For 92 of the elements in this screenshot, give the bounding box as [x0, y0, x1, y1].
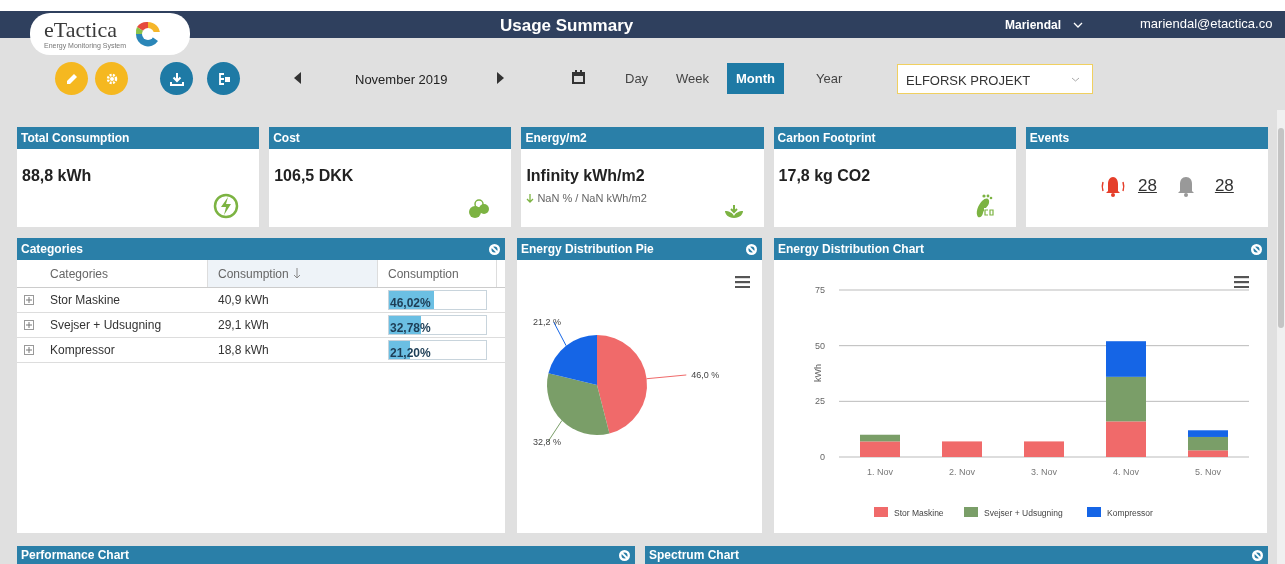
range-tab[interactable]: Month [727, 63, 784, 94]
hide-panel-button[interactable] [1250, 242, 1263, 256]
card-value: 106,5 DKK [274, 166, 355, 186]
plus-box-icon [23, 320, 34, 330]
alarm-count-link[interactable]: 28 [1137, 173, 1157, 199]
next-button[interactable] [497, 72, 504, 84]
legend-swatch [874, 507, 888, 517]
legend-label[interactable]: Stor Maskine [894, 508, 944, 518]
block-icon [488, 242, 501, 256]
x-tick-label: 5. Nov [1195, 467, 1221, 477]
y-tick-label: 75 [815, 285, 825, 295]
panel-title: Spectrum Chart [649, 547, 740, 564]
hide-panel-button[interactable] [1251, 548, 1264, 562]
card-value: 88,8 kWh [22, 166, 93, 186]
bar-segment [942, 441, 982, 457]
block-icon [745, 242, 758, 256]
plus-box-icon [23, 345, 34, 355]
x-tick-label: 3. Nov [1031, 467, 1057, 477]
legend-label[interactable]: Kompressor [1107, 508, 1153, 518]
slice-label: 46,0 % [691, 369, 720, 380]
hide-panel-button[interactable] [618, 548, 631, 562]
column-header[interactable]: Consumption [208, 260, 378, 287]
table-cell-text: Stor Maskine [49, 292, 122, 309]
sort-down-icon [292, 268, 301, 279]
y-tick-label: 50 [815, 340, 825, 351]
hide-panel-button[interactable] [745, 242, 758, 256]
download-button[interactable] [160, 62, 193, 95]
project-dropdown[interactable]: ELFORSK PROJEKT [897, 64, 1093, 94]
arrow-down-icon [526, 193, 535, 203]
calendar-button[interactable] [572, 70, 585, 84]
card-subvalue: NaN % / NaN kWh/m2 [537, 191, 647, 206]
slice-label: 21,2 % [532, 317, 561, 328]
chevron-down-icon [1073, 22, 1083, 28]
period-label: November 2019 [355, 71, 448, 89]
y-tick-label: 25 [815, 396, 825, 407]
card-title: Total Consumption [21, 130, 130, 147]
coins-icon [467, 199, 492, 219]
calendar-icon [572, 70, 585, 84]
panel-title: Categories [21, 241, 84, 258]
lightning-icon [213, 193, 240, 219]
legend-swatch [964, 507, 978, 517]
y-axis-label: kWh [813, 364, 823, 382]
previous-button[interactable] [294, 72, 301, 84]
panel-title: Energy Distribution Chart [778, 241, 924, 258]
table-cell-text: Kompressor [49, 342, 116, 359]
x-tick-label: 4. Nov [1113, 467, 1139, 477]
card-title: Carbon Footprint [777, 130, 876, 147]
menu-icon[interactable] [1234, 276, 1249, 288]
hide-panel-button[interactable] [488, 242, 501, 256]
bar-segment [1106, 376, 1146, 422]
bar-segment [1106, 341, 1146, 377]
range-tab[interactable]: Week [667, 63, 718, 94]
bar-segment [1106, 421, 1146, 457]
page-title: Usage Summary [500, 15, 634, 37]
plant-icon [723, 204, 744, 219]
card-value: 17,8 kg CO2 [778, 166, 872, 186]
y-tick-label: 0 [820, 452, 825, 462]
legend-swatch [1087, 507, 1101, 517]
scrollbar[interactable] [1277, 110, 1285, 564]
percentage-text: 46,02% [390, 295, 431, 312]
slice-label: 32,8 % [532, 436, 561, 447]
chevron-down-icon [1071, 76, 1080, 82]
card-title: Events [1029, 130, 1070, 147]
notice-count-link[interactable]: 28 [1214, 173, 1234, 199]
panel-title: Energy Distribution Pie [521, 241, 654, 258]
column-header[interactable]: Consumption [378, 260, 497, 287]
menu-icon[interactable] [735, 276, 750, 288]
panel-title: Performance Chart [21, 547, 130, 564]
table-cell-text: 40,9 kWh [217, 292, 270, 309]
user-email: mariendal@etactica.co [1140, 15, 1273, 33]
leader-line [553, 321, 567, 347]
range-tab[interactable]: Day [616, 63, 658, 94]
card-title: Cost [273, 130, 300, 147]
x-tick-label: 2. Nov [949, 467, 975, 477]
card-value: Infinity kWh/m2 [526, 166, 646, 186]
table-cell-text: 29,1 kWh [217, 317, 270, 334]
caret-left-icon [294, 72, 301, 84]
card-title: Energy/m2 [525, 130, 587, 147]
export-button[interactable] [207, 62, 240, 95]
leader-line [646, 374, 687, 380]
logo-text: eTactica [44, 19, 118, 41]
range-tab[interactable]: Year [807, 63, 852, 94]
site-dropdown[interactable]: Mariendal [1005, 16, 1083, 34]
download-icon [168, 70, 185, 87]
block-icon [1250, 242, 1263, 256]
table-cell-text: 18,8 kWh [217, 342, 270, 359]
legend-label[interactable]: Svejser + Udsugning [984, 508, 1063, 518]
bar-segment [1024, 441, 1064, 457]
x-tick-label: 1. Nov [867, 467, 893, 477]
table-cell-text: Svejser + Udsugning [49, 317, 163, 334]
plus-box-icon [23, 295, 34, 305]
caret-right-icon [497, 72, 504, 84]
